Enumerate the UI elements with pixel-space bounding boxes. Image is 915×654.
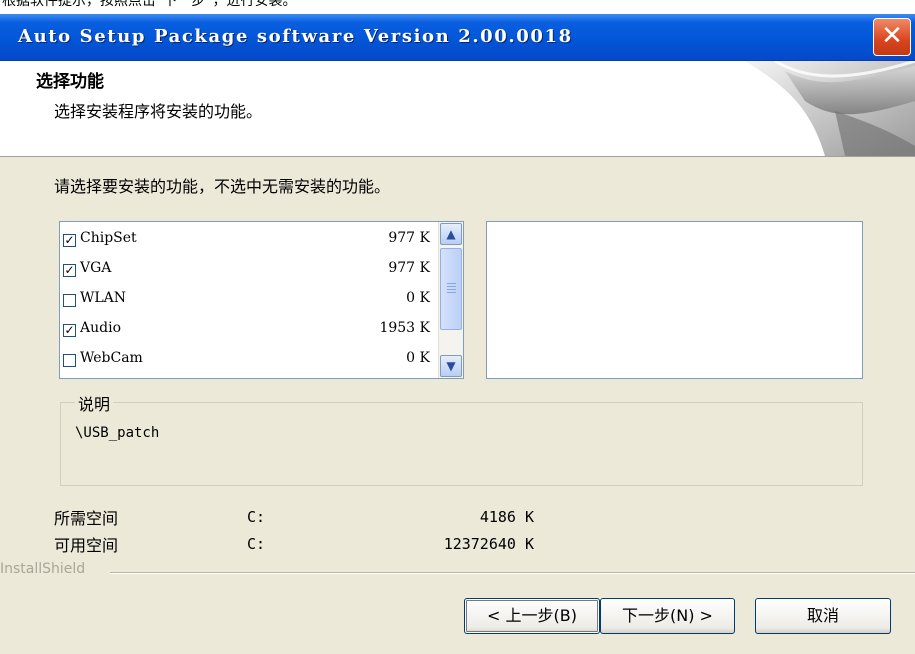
feature-row-vga[interactable]: ✓ VGA 977 K [63, 256, 438, 282]
close-icon: ✕ [881, 21, 903, 51]
chevron-down-icon: ▼ [446, 359, 456, 373]
window-title: Auto Setup Package software Version 2.00… [18, 26, 573, 47]
feature-checkbox-audio[interactable]: ✓ [63, 324, 76, 337]
required-space-value: 4186 K [479, 508, 534, 526]
feature-name: VGA [80, 260, 112, 276]
description-text: \USB_patch [75, 425, 160, 441]
top-instruction-note: 根据软件提示，按照点击“下一步”，进行安装。 [0, 0, 915, 14]
installshield-brand: InstallShield [0, 561, 86, 577]
feature-size: 977 K [388, 260, 430, 276]
available-space-value: 12372640 K [443, 535, 534, 553]
description-label: 说明 [75, 391, 114, 415]
available-space-drive: C: [247, 535, 266, 553]
feature-name: WebCam [80, 350, 143, 366]
header-banner: 选择功能 选择安装程序将安装的功能。 [0, 61, 915, 157]
brand-divider-highlight [110, 573, 915, 574]
feature-list-scrollbar[interactable]: ▲ ▼ [438, 222, 463, 378]
feature-checkbox-vga[interactable]: ✓ [63, 264, 76, 277]
feature-row-audio[interactable]: ✓ Audio 1953 K [63, 316, 438, 342]
feature-list[interactable]: ✓ ChipSet 977 K ✓ VGA 977 K WLAN 0 K ✓ A… [59, 221, 464, 379]
computer-graphic-icon [745, 61, 915, 156]
description-group: 说明 \USB_patch [60, 391, 863, 486]
close-button[interactable]: ✕ [873, 18, 911, 56]
feature-size: 0 K [406, 350, 430, 366]
feature-checkbox-webcam[interactable] [63, 354, 76, 367]
required-space-drive: C: [247, 508, 266, 526]
feature-row-chipset[interactable]: ✓ ChipSet 977 K [63, 226, 438, 252]
cancel-button[interactable]: 取消 [755, 598, 891, 634]
required-space-label: 所需空间 [54, 509, 119, 528]
feature-row-webcam[interactable]: WebCam 0 K [63, 346, 438, 372]
feature-row-wlan[interactable]: WLAN 0 K [63, 286, 438, 312]
header-title: 选择功能 [36, 72, 104, 92]
feature-size: 1953 K [379, 320, 430, 336]
feature-checkbox-chipset[interactable]: ✓ [63, 234, 76, 247]
instruction-text: 请选择要安装的功能，不选中无需安装的功能。 [54, 177, 391, 196]
feature-size: 0 K [406, 290, 430, 306]
top-instruction-text: 根据软件提示，按照点击“下一步”，进行安装。 [2, 0, 297, 9]
feature-size: 977 K [388, 230, 430, 246]
feature-detail-box [486, 221, 863, 379]
feature-name: Audio [80, 320, 121, 336]
available-space-label: 可用空间 [54, 536, 119, 555]
scroll-up-button[interactable]: ▲ [440, 223, 462, 245]
title-bar[interactable]: Auto Setup Package software Version 2.00… [0, 14, 915, 61]
feature-checkbox-wlan[interactable] [63, 294, 76, 307]
feature-name: ChipSet [80, 230, 137, 246]
next-button[interactable]: 下一步(N) > [600, 598, 735, 634]
grip-icon [447, 283, 456, 293]
scroll-down-button[interactable]: ▼ [440, 355, 462, 377]
scroll-thumb[interactable] [440, 248, 462, 330]
header-subtitle: 选择安装程序将安装的功能。 [54, 102, 263, 121]
chevron-up-icon: ▲ [446, 227, 456, 241]
back-button[interactable]: < 上一步(B) [464, 598, 600, 634]
feature-name: WLAN [80, 290, 127, 306]
